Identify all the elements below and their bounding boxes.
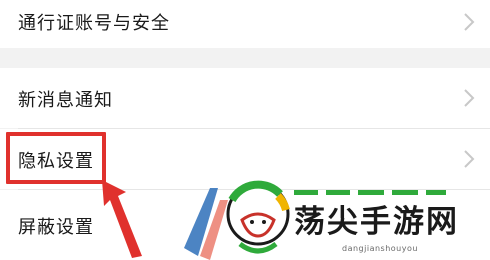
watermark-brand: 荡尖手游网 <box>294 204 459 240</box>
highlight-box <box>6 132 106 184</box>
settings-item-account-security[interactable]: 通行证账号与安全 <box>0 0 490 48</box>
chevron-right-icon <box>464 13 475 31</box>
chevron-right-icon <box>464 150 475 168</box>
chevron-right-icon <box>464 89 475 107</box>
settings-item-label: 通行证账号与安全 <box>18 13 170 34</box>
settings-item-label: 屏蔽设置 <box>18 217 94 238</box>
settings-item-label: 新消息通知 <box>18 90 113 111</box>
settings-item-new-message-notify[interactable]: 新消息通知 <box>0 68 490 128</box>
pointer-arrow-icon <box>102 180 142 258</box>
watermark-url: dangjianshouyou <box>342 244 418 253</box>
